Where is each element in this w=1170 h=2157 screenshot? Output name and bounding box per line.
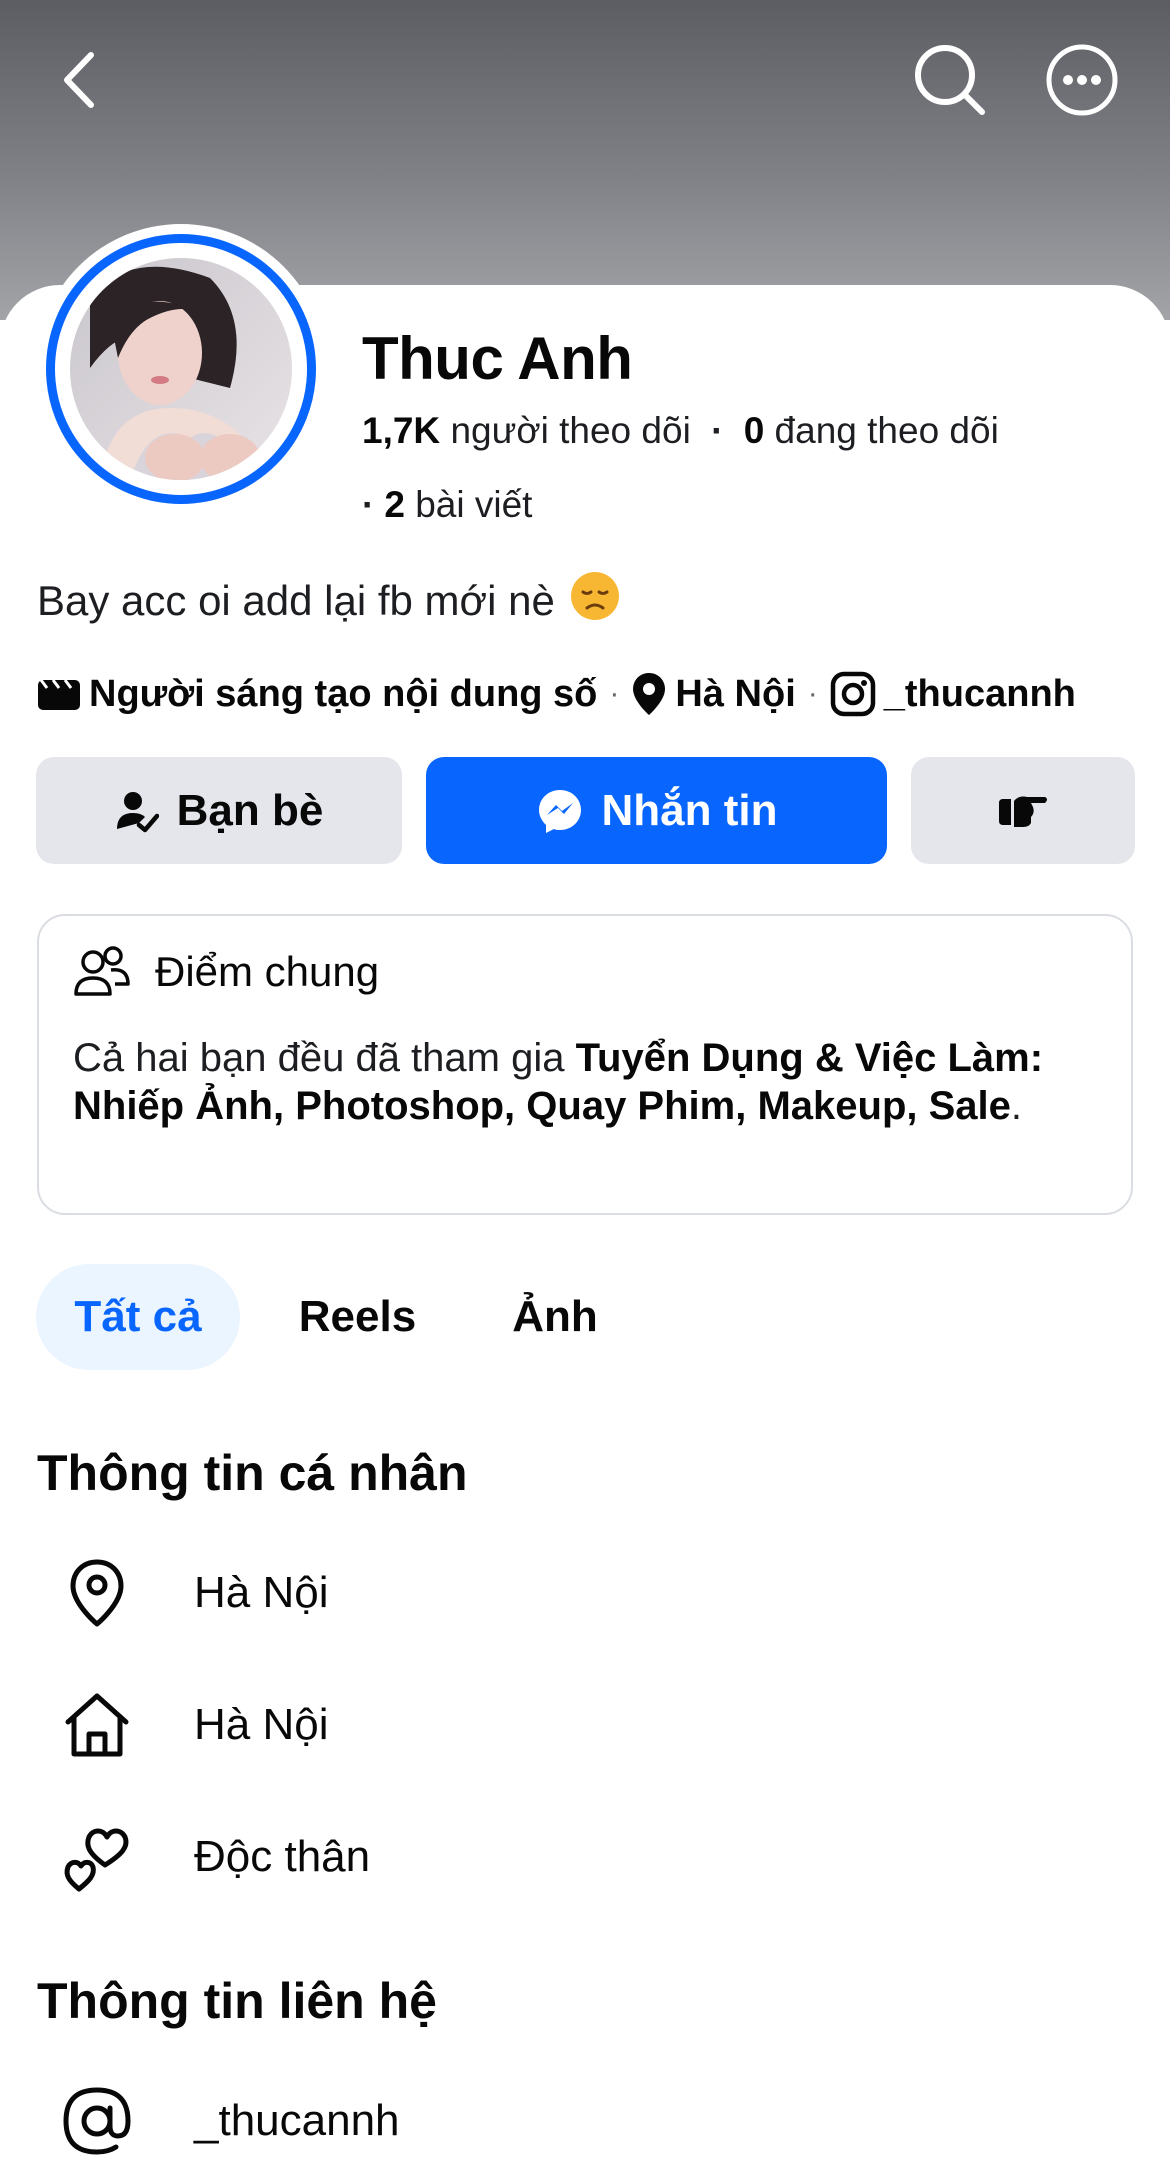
friend-check-icon — [116, 791, 159, 832]
chevron-left-icon — [64, 52, 94, 108]
follow-stats: 1,7K người theo dõi · 0 đang theo dõi — [362, 410, 999, 451]
message-button-label: Nhắn tin — [601, 785, 778, 835]
more-dots-icon — [1046, 44, 1118, 116]
more-options-button[interactable] — [1040, 38, 1124, 122]
sad-face-icon — [570, 572, 619, 620]
friends-button[interactable]: Bạn bè — [36, 757, 402, 864]
profile-card — [0, 285, 1170, 2157]
mutual-info-text: Cả hai bạn đều đã tham gia Tuyển Dụng & … — [73, 1036, 1044, 1128]
home-icon — [58, 1686, 136, 1764]
profile-avatar[interactable] — [36, 224, 326, 514]
poke-button[interactable] — [911, 757, 1135, 864]
avatar-photo — [70, 258, 292, 480]
location-pin-icon — [633, 673, 666, 715]
friends-button-label: Bạn bè — [176, 785, 324, 835]
back-button[interactable] — [44, 44, 116, 116]
detail-row-hometown: Hà Nội — [58, 1680, 329, 1770]
followers-label[interactable]: người theo dõi — [450, 410, 690, 451]
tab-reels[interactable]: Reels — [240, 1264, 475, 1370]
followers-count[interactable]: 1,7K — [362, 410, 440, 451]
messenger-icon — [538, 789, 581, 833]
detail-text: Hà Nội — [194, 1700, 329, 1749]
detail-row-current-city: Hà Nội — [58, 1548, 329, 1638]
sad-face-emoji — [569, 570, 621, 632]
contact-info-title: Thông tin liên hệ — [37, 1973, 437, 2029]
search-button[interactable] — [908, 38, 992, 122]
people-icon — [74, 946, 130, 996]
following-label[interactable]: đang theo dõi — [775, 410, 999, 451]
following-count[interactable]: 0 — [744, 410, 765, 451]
category-text: Người sáng tạo nội dung số — [89, 672, 598, 715]
location-pin-icon — [58, 1554, 136, 1632]
profile-details-row: Người sáng tạo nội dung số · Hà Nội · _t… — [37, 664, 1076, 724]
mutual-info-box: Điểm chung Cả hai bạn đều đã tham gia Tu… — [37, 914, 1133, 1215]
message-button[interactable]: Nhắn tin — [426, 757, 887, 864]
instagram-link[interactable]: _thucannh — [884, 673, 1076, 716]
tab-all[interactable]: Tất cả — [36, 1264, 240, 1370]
tab-photos[interactable]: Ảnh — [475, 1264, 635, 1370]
contact-text[interactable]: _thucannh — [194, 2096, 400, 2146]
mutual-info-header: Điểm chung — [73, 946, 379, 998]
posts-label: bài viết — [415, 484, 533, 525]
at-sign-icon — [58, 2082, 136, 2157]
posts-stats: · 2 bài viết — [362, 484, 533, 525]
clapperboard-icon — [38, 679, 80, 710]
bio-text: Bay acc oi add lại fb mới nè — [37, 577, 555, 624]
location-text: Hà Nội — [675, 672, 796, 715]
mutual-info-title: Điểm chung — [155, 948, 380, 995]
detail-row-instagram: _thucannh — [58, 2076, 400, 2157]
profile-tabs: Tất cả Reels Ảnh — [36, 1264, 635, 1370]
personal-info-title: Thông tin cá nhân — [37, 1445, 468, 1501]
search-icon — [915, 45, 985, 115]
detail-text: Độc thân — [194, 1832, 371, 1881]
detail-row-relationship: Độc thân — [58, 1812, 370, 1902]
hearts-icon — [58, 1818, 136, 1896]
detail-text: Hà Nội — [194, 1568, 329, 1617]
profile-bio: Bay acc oi add lại fb mới nè — [37, 570, 621, 632]
instagram-icon — [830, 671, 876, 717]
posts-count: 2 — [384, 484, 405, 525]
profile-name: Thuc Anh — [362, 325, 633, 392]
story-ring — [46, 234, 316, 504]
pointing-hand-icon — [999, 796, 1047, 827]
